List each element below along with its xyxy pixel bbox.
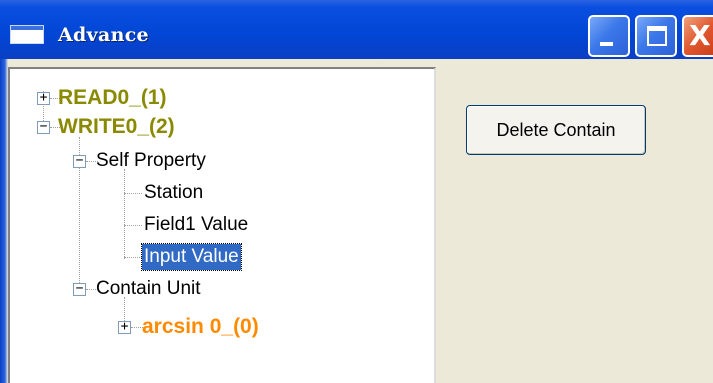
tree-node-input-value[interactable]: Input Value [141, 243, 242, 271]
collapse-icon[interactable]: − [73, 282, 86, 296]
tree-connector [124, 257, 142, 258]
collapse-icon[interactable]: − [37, 120, 50, 134]
tree-node-field1-value[interactable]: Field1 Value [144, 212, 248, 238]
title-bar[interactable]: Advance X [0, 0, 713, 59]
expand-icon[interactable]: + [118, 320, 131, 334]
maximize-icon [647, 26, 667, 46]
tree-node-arcsin[interactable]: arcsin 0_(0) [142, 314, 259, 340]
window-left-border [0, 59, 8, 383]
maximize-button[interactable] [635, 15, 677, 57]
tree-node-contain-unit[interactable]: Contain Unit [96, 276, 201, 302]
collapse-icon[interactable]: − [73, 154, 86, 168]
tree-connector [124, 193, 142, 194]
close-button[interactable]: X [682, 15, 713, 57]
tree-node-self-property[interactable]: Self Property [96, 148, 206, 174]
tree-connector [124, 169, 125, 259]
delete-contain-button[interactable]: Delete Contain [466, 105, 646, 155]
tree-connector [124, 225, 142, 226]
window-app-icon [10, 25, 44, 44]
minimize-button[interactable] [588, 15, 630, 57]
expand-icon[interactable]: + [37, 91, 50, 105]
close-icon: X [689, 19, 711, 52]
minimize-icon [600, 42, 613, 46]
window-title: Advance [58, 24, 149, 46]
tree-node-write0[interactable]: WRITE0_(2) [58, 114, 175, 140]
tree-node-station[interactable]: Station [144, 180, 203, 206]
tree-view[interactable]: + − − − + READ0_(1) WRITE0_(2) Self Prop… [8, 67, 436, 383]
tree-node-read0[interactable]: READ0_(1) [58, 85, 167, 111]
